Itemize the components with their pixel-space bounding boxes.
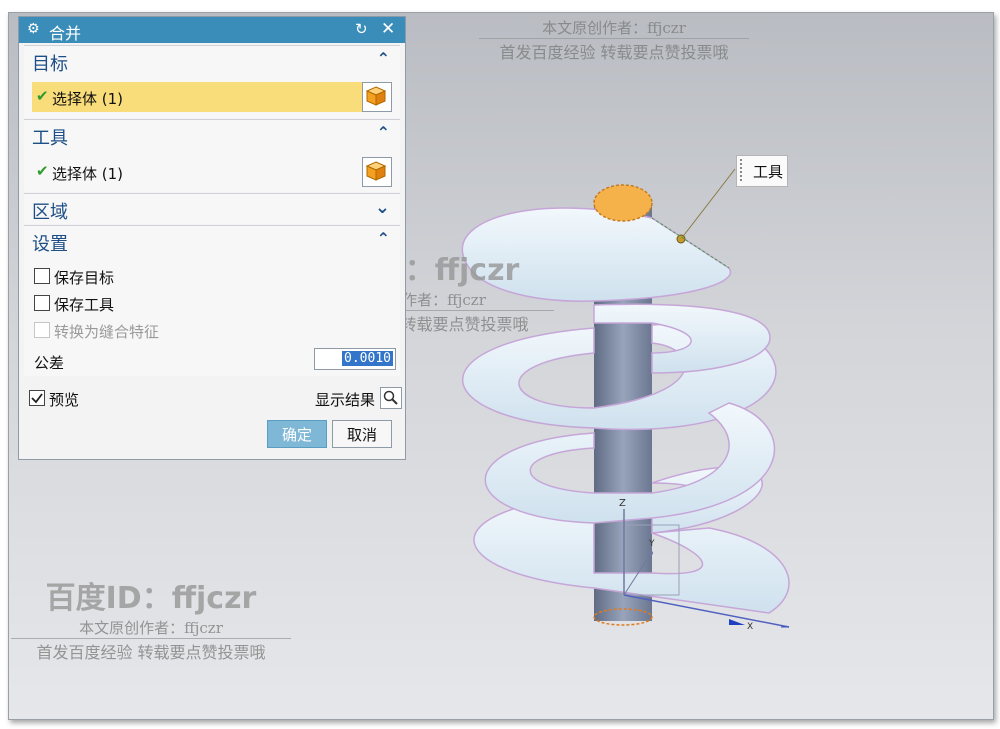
preview-checkbox[interactable] [29,390,45,406]
tool-select-body-button[interactable] [362,157,392,187]
chevron-up-icon[interactable]: ⌃ [377,229,390,248]
unite-dialog: ⚙ 合并 ↻ ✕ 目标 ⌃ ✔ 选择体 (1) 工具 ⌃ ✔ 选择体 (1) 区… [18,16,406,460]
keep-target-checkbox[interactable] [34,268,50,284]
target-section-title[interactable]: 目标 [32,50,68,76]
watermark-top: 本文原创作者：ffjczr 首发百度经验 转载要点赞投票哦 [479,13,749,63]
settings-section-title[interactable]: 设置 [32,230,68,256]
chevron-up-icon[interactable]: ⌃ [377,123,390,142]
cube-icon [366,161,386,181]
checkmark-icon [31,393,43,404]
tool-callout-text: 工具 [753,163,784,181]
cube-icon [366,86,386,106]
show-result-button[interactable] [380,387,402,409]
tool-select-body[interactable]: ✔ 选择体 (1) [32,157,392,187]
tool-section-title[interactable]: 工具 [32,124,68,150]
tool-callout-label[interactable]: 工具 [736,155,788,187]
dialog-title: 合并 [49,24,82,43]
tolerance-value: 0.0010 [342,351,393,366]
convert-seam-label: 转换为缝合特征 [54,323,160,341]
tolerance-label: 公差 [34,354,65,372]
axis-x-label: X [747,622,753,632]
keep-target-label: 保存目标 [54,269,115,287]
tool-leader-dot [676,234,686,244]
target-select-label: 选择体 (1) [52,90,124,108]
axis-y-label: Y [648,539,655,549]
target-section: 目标 ⌃ ✔ 选择体 (1) [24,45,400,118]
tool-section: 工具 ⌃ ✔ 选择体 (1) [24,119,400,192]
cancel-button[interactable]: 取消 [332,420,392,448]
shaft-top-face[interactable] [593,184,653,222]
region-section: 区域 ⌄ [24,193,400,224]
tolerance-input[interactable]: 0.0010 [314,348,396,370]
dialog-titlebar[interactable]: ⚙ 合并 ↻ ✕ [19,17,405,43]
settings-section: 设置 ⌃ 保存目标 保存工具 转换为缝合特征 公差 0.0010 [24,225,400,376]
preview-row: 预览 显示结果 [25,385,402,411]
chevron-down-icon[interactable]: ⌄ [375,197,390,218]
axis-z-label: Z [619,498,626,509]
check-icon: ✔ [36,162,49,180]
check-icon: ✔ [36,87,49,105]
ok-button[interactable]: 确定 [267,420,327,448]
tool-leader-line [680,168,736,240]
tool-select-label: 选择体 (1) [52,165,124,183]
reset-icon[interactable]: ↻ [355,20,368,38]
show-result-label: 显示结果 [315,391,376,409]
close-icon[interactable]: ✕ [381,19,395,39]
convert-seam-checkbox [34,322,50,338]
target-select-body[interactable]: ✔ 选择体 (1) [32,82,392,112]
watermark-bottom-left: 百度ID：ffjczr 本文原创作者：ffjczr 首发百度经验 转载要点赞投票… [11,573,291,663]
keep-tool-label: 保存工具 [54,296,115,314]
chevron-up-icon[interactable]: ⌃ [377,49,390,68]
drag-grip-icon[interactable] [740,159,746,181]
magnifier-icon [383,390,398,405]
keep-tool-checkbox[interactable] [34,295,50,311]
preview-label: 预览 [49,391,80,409]
target-select-body-button[interactable] [362,82,392,112]
gear-icon[interactable]: ⚙ [27,21,40,37]
region-section-title[interactable]: 区域 [32,198,68,224]
